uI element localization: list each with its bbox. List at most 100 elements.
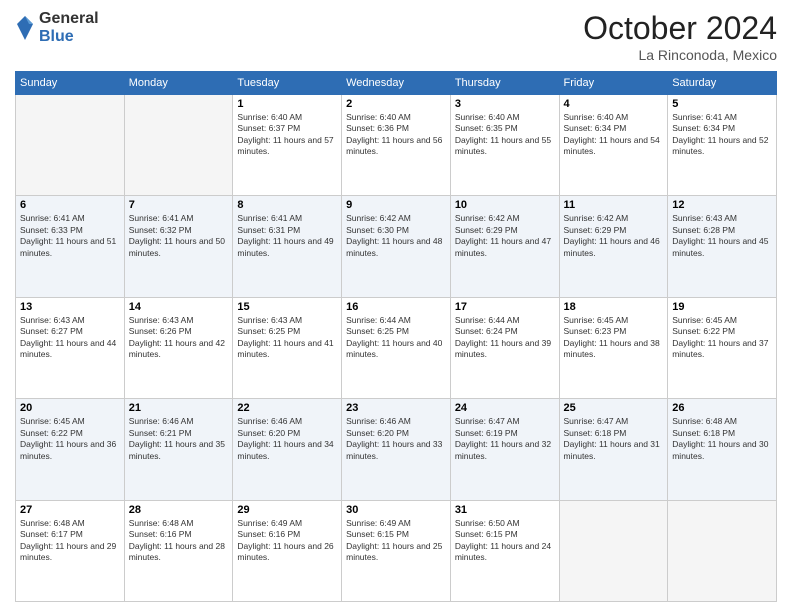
table-row (16, 95, 125, 196)
day-number: 13 (20, 301, 120, 313)
day-info: Sunrise: 6:47 AM Sunset: 6:19 PM Dayligh… (455, 416, 555, 462)
day-number: 31 (455, 504, 555, 516)
sunset-label: Sunset: 6:20 PM (237, 428, 300, 438)
sunset-label: Sunset: 6:33 PM (20, 225, 83, 235)
day-info: Sunrise: 6:41 AM Sunset: 6:34 PM Dayligh… (672, 112, 772, 158)
col-sunday: Sunday (16, 72, 125, 95)
day-info: Sunrise: 6:45 AM Sunset: 6:22 PM Dayligh… (672, 315, 772, 361)
logo-blue: Blue (39, 28, 99, 46)
sunrise-label: Sunrise: 6:45 AM (564, 315, 629, 325)
sunrise-label: Sunrise: 6:50 AM (455, 518, 520, 528)
sunrise-label: Sunrise: 6:46 AM (129, 416, 194, 426)
table-row: 17 Sunrise: 6:44 AM Sunset: 6:24 PM Dayl… (450, 297, 559, 398)
sunrise-label: Sunrise: 6:44 AM (346, 315, 411, 325)
daylight-label: Daylight: 11 hours and 38 minutes. (564, 338, 660, 359)
table-row: 8 Sunrise: 6:41 AM Sunset: 6:31 PM Dayli… (233, 196, 342, 297)
table-row: 13 Sunrise: 6:43 AM Sunset: 6:27 PM Dayl… (16, 297, 125, 398)
daylight-label: Daylight: 11 hours and 41 minutes. (237, 338, 333, 359)
sunset-label: Sunset: 6:15 PM (346, 529, 409, 539)
day-info: Sunrise: 6:48 AM Sunset: 6:18 PM Dayligh… (672, 416, 772, 462)
day-number: 22 (237, 402, 337, 414)
table-row: 12 Sunrise: 6:43 AM Sunset: 6:28 PM Dayl… (668, 196, 777, 297)
calendar-body: 1 Sunrise: 6:40 AM Sunset: 6:37 PM Dayli… (16, 95, 777, 602)
day-info: Sunrise: 6:46 AM Sunset: 6:21 PM Dayligh… (129, 416, 229, 462)
daylight-label: Daylight: 11 hours and 47 minutes. (455, 236, 551, 257)
day-number: 20 (20, 402, 120, 414)
calendar-row: 20 Sunrise: 6:45 AM Sunset: 6:22 PM Dayl… (16, 399, 777, 500)
day-number: 9 (346, 199, 446, 211)
day-info: Sunrise: 6:48 AM Sunset: 6:17 PM Dayligh… (20, 518, 120, 564)
table-row: 7 Sunrise: 6:41 AM Sunset: 6:32 PM Dayli… (124, 196, 233, 297)
day-number: 1 (237, 98, 337, 110)
day-number: 5 (672, 98, 772, 110)
col-saturday: Saturday (668, 72, 777, 95)
day-info: Sunrise: 6:49 AM Sunset: 6:16 PM Dayligh… (237, 518, 337, 564)
sunset-label: Sunset: 6:30 PM (346, 225, 409, 235)
sunset-label: Sunset: 6:36 PM (346, 123, 409, 133)
day-number: 12 (672, 199, 772, 211)
title-block: October 2024 La Rinconoda, Mexico (583, 10, 777, 63)
daylight-label: Daylight: 11 hours and 24 minutes. (455, 541, 551, 562)
page: General Blue October 2024 La Rinconoda, … (0, 0, 792, 612)
sunrise-label: Sunrise: 6:45 AM (672, 315, 737, 325)
daylight-label: Daylight: 11 hours and 31 minutes. (564, 439, 660, 460)
day-info: Sunrise: 6:40 AM Sunset: 6:36 PM Dayligh… (346, 112, 446, 158)
day-info: Sunrise: 6:43 AM Sunset: 6:25 PM Dayligh… (237, 315, 337, 361)
table-row: 24 Sunrise: 6:47 AM Sunset: 6:19 PM Dayl… (450, 399, 559, 500)
table-row: 5 Sunrise: 6:41 AM Sunset: 6:34 PM Dayli… (668, 95, 777, 196)
day-info: Sunrise: 6:41 AM Sunset: 6:33 PM Dayligh… (20, 213, 120, 259)
table-row: 4 Sunrise: 6:40 AM Sunset: 6:34 PM Dayli… (559, 95, 668, 196)
sunset-label: Sunset: 6:19 PM (455, 428, 518, 438)
sunset-label: Sunset: 6:15 PM (455, 529, 518, 539)
day-info: Sunrise: 6:50 AM Sunset: 6:15 PM Dayligh… (455, 518, 555, 564)
table-row: 10 Sunrise: 6:42 AM Sunset: 6:29 PM Dayl… (450, 196, 559, 297)
day-info: Sunrise: 6:46 AM Sunset: 6:20 PM Dayligh… (237, 416, 337, 462)
table-row: 14 Sunrise: 6:43 AM Sunset: 6:26 PM Dayl… (124, 297, 233, 398)
sunrise-label: Sunrise: 6:49 AM (237, 518, 302, 528)
day-info: Sunrise: 6:44 AM Sunset: 6:25 PM Dayligh… (346, 315, 446, 361)
month-title: October 2024 (583, 10, 777, 47)
daylight-label: Daylight: 11 hours and 29 minutes. (20, 541, 116, 562)
daylight-label: Daylight: 11 hours and 57 minutes. (237, 135, 333, 156)
header-row: Sunday Monday Tuesday Wednesday Thursday… (16, 72, 777, 95)
daylight-label: Daylight: 11 hours and 25 minutes. (346, 541, 442, 562)
sunrise-label: Sunrise: 6:41 AM (129, 213, 194, 223)
table-row (559, 500, 668, 601)
table-row: 27 Sunrise: 6:48 AM Sunset: 6:17 PM Dayl… (16, 500, 125, 601)
sunrise-label: Sunrise: 6:40 AM (455, 112, 520, 122)
sunset-label: Sunset: 6:22 PM (20, 428, 83, 438)
day-number: 24 (455, 402, 555, 414)
daylight-label: Daylight: 11 hours and 32 minutes. (455, 439, 551, 460)
col-friday: Friday (559, 72, 668, 95)
daylight-label: Daylight: 11 hours and 37 minutes. (672, 338, 768, 359)
table-row: 6 Sunrise: 6:41 AM Sunset: 6:33 PM Dayli… (16, 196, 125, 297)
day-number: 4 (564, 98, 664, 110)
sunset-label: Sunset: 6:17 PM (20, 529, 83, 539)
day-number: 16 (346, 301, 446, 313)
table-row (124, 95, 233, 196)
sunrise-label: Sunrise: 6:47 AM (564, 416, 629, 426)
table-row: 26 Sunrise: 6:48 AM Sunset: 6:18 PM Dayl… (668, 399, 777, 500)
calendar-header: Sunday Monday Tuesday Wednesday Thursday… (16, 72, 777, 95)
daylight-label: Daylight: 11 hours and 39 minutes. (455, 338, 551, 359)
sunrise-label: Sunrise: 6:45 AM (20, 416, 85, 426)
day-info: Sunrise: 6:40 AM Sunset: 6:35 PM Dayligh… (455, 112, 555, 158)
daylight-label: Daylight: 11 hours and 35 minutes. (129, 439, 225, 460)
daylight-label: Daylight: 11 hours and 48 minutes. (346, 236, 442, 257)
table-row: 2 Sunrise: 6:40 AM Sunset: 6:36 PM Dayli… (342, 95, 451, 196)
sunrise-label: Sunrise: 6:42 AM (346, 213, 411, 223)
sunrise-label: Sunrise: 6:48 AM (20, 518, 85, 528)
day-info: Sunrise: 6:43 AM Sunset: 6:28 PM Dayligh… (672, 213, 772, 259)
sunset-label: Sunset: 6:16 PM (237, 529, 300, 539)
day-number: 30 (346, 504, 446, 516)
table-row: 15 Sunrise: 6:43 AM Sunset: 6:25 PM Dayl… (233, 297, 342, 398)
sunrise-label: Sunrise: 6:42 AM (455, 213, 520, 223)
day-number: 2 (346, 98, 446, 110)
sunrise-label: Sunrise: 6:43 AM (129, 315, 194, 325)
daylight-label: Daylight: 11 hours and 28 minutes. (129, 541, 225, 562)
day-number: 28 (129, 504, 229, 516)
day-info: Sunrise: 6:41 AM Sunset: 6:31 PM Dayligh… (237, 213, 337, 259)
sunrise-label: Sunrise: 6:41 AM (237, 213, 302, 223)
daylight-label: Daylight: 11 hours and 54 minutes. (564, 135, 660, 156)
day-info: Sunrise: 6:40 AM Sunset: 6:34 PM Dayligh… (564, 112, 664, 158)
